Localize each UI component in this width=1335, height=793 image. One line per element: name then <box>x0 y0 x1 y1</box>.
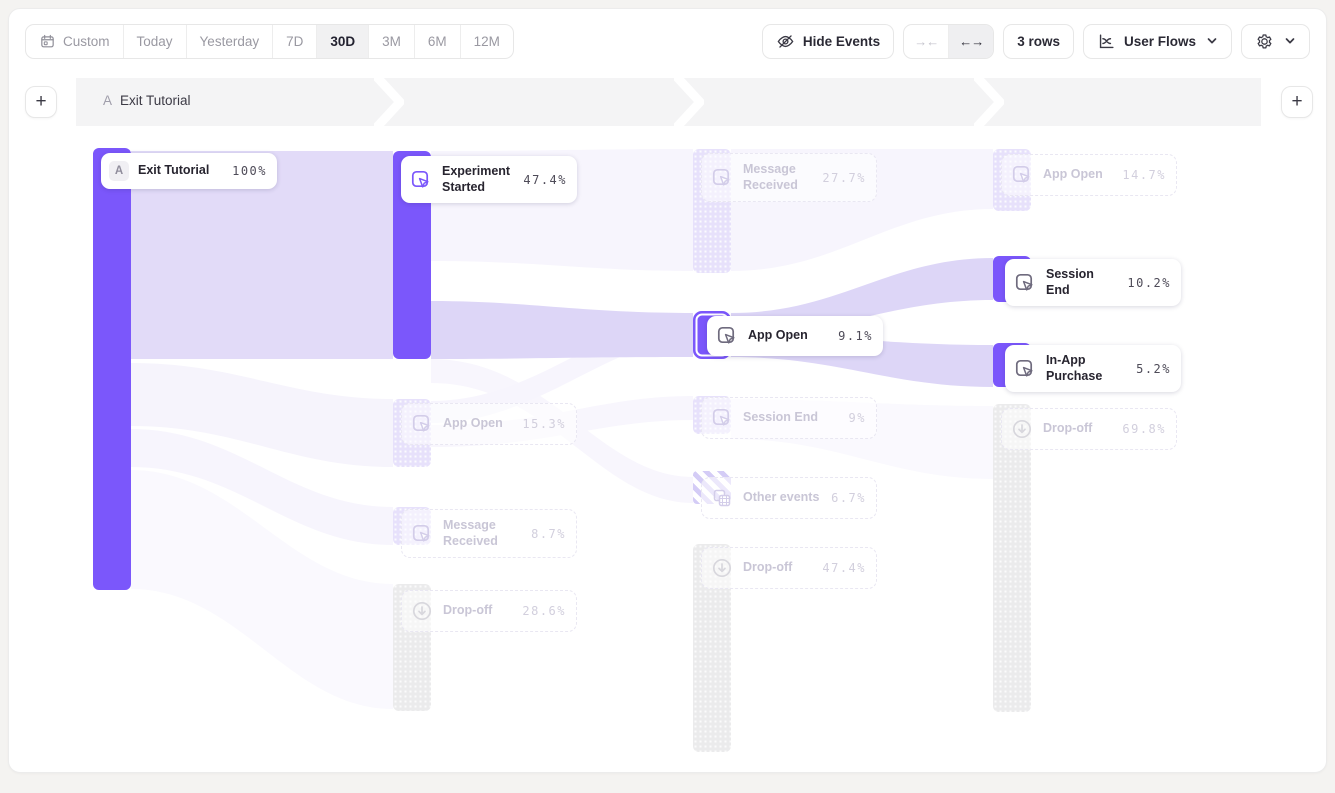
event-icon <box>710 166 734 190</box>
event-icon <box>409 168 433 192</box>
node-card-drop-off-4[interactable]: Drop-off 69.8% <box>1001 408 1177 450</box>
flow-link-experiment-to-appopen <box>431 301 693 359</box>
step-a-badge: A <box>109 161 129 181</box>
event-icon <box>1013 357 1037 381</box>
event-icon <box>715 324 739 348</box>
event-icon <box>710 406 734 430</box>
user-flows-panel: Custom Today Yesterday 7D 30D 3M 6M 12M … <box>8 8 1327 773</box>
drop-off-icon <box>710 556 734 580</box>
other-events-icon <box>710 486 734 510</box>
flow-canvas: A Exit Tutorial 100% Experiment Started … <box>9 9 1326 772</box>
event-icon <box>1013 271 1037 295</box>
node-card-message-received-3[interactable]: Message Received 27.7% <box>701 153 877 202</box>
node-bar-exit-tutorial[interactable] <box>93 148 131 590</box>
event-icon <box>410 412 434 436</box>
node-card-exit-tutorial[interactable]: A Exit Tutorial 100% <box>101 153 277 189</box>
node-card-in-app-purchase[interactable]: In-App Purchase 5.2% <box>1005 345 1181 392</box>
node-card-app-open-4[interactable]: App Open 14.7% <box>1001 154 1177 196</box>
node-card-message-received-2[interactable]: Message Received 8.7% <box>401 509 577 558</box>
node-card-session-end-3[interactable]: Session End 9% <box>701 397 877 439</box>
node-card-app-open-2[interactable]: App Open 15.3% <box>401 403 577 445</box>
node-card-app-open-3[interactable]: App Open 9.1% <box>707 316 883 356</box>
node-card-session-end-4[interactable]: Session End 10.2% <box>1005 259 1181 306</box>
node-card-drop-off-2[interactable]: Drop-off 28.6% <box>401 590 577 632</box>
node-bar-drop-off-4[interactable] <box>993 404 1031 712</box>
node-card-other-events[interactable]: Other events 6.7% <box>701 477 877 519</box>
event-icon <box>410 522 434 546</box>
drop-off-icon <box>410 599 434 623</box>
node-card-drop-off-3[interactable]: Drop-off 47.4% <box>701 547 877 589</box>
node-card-experiment-started[interactable]: Experiment Started 47.4% <box>401 156 577 203</box>
event-icon <box>1010 163 1034 187</box>
drop-off-icon <box>1010 417 1034 441</box>
